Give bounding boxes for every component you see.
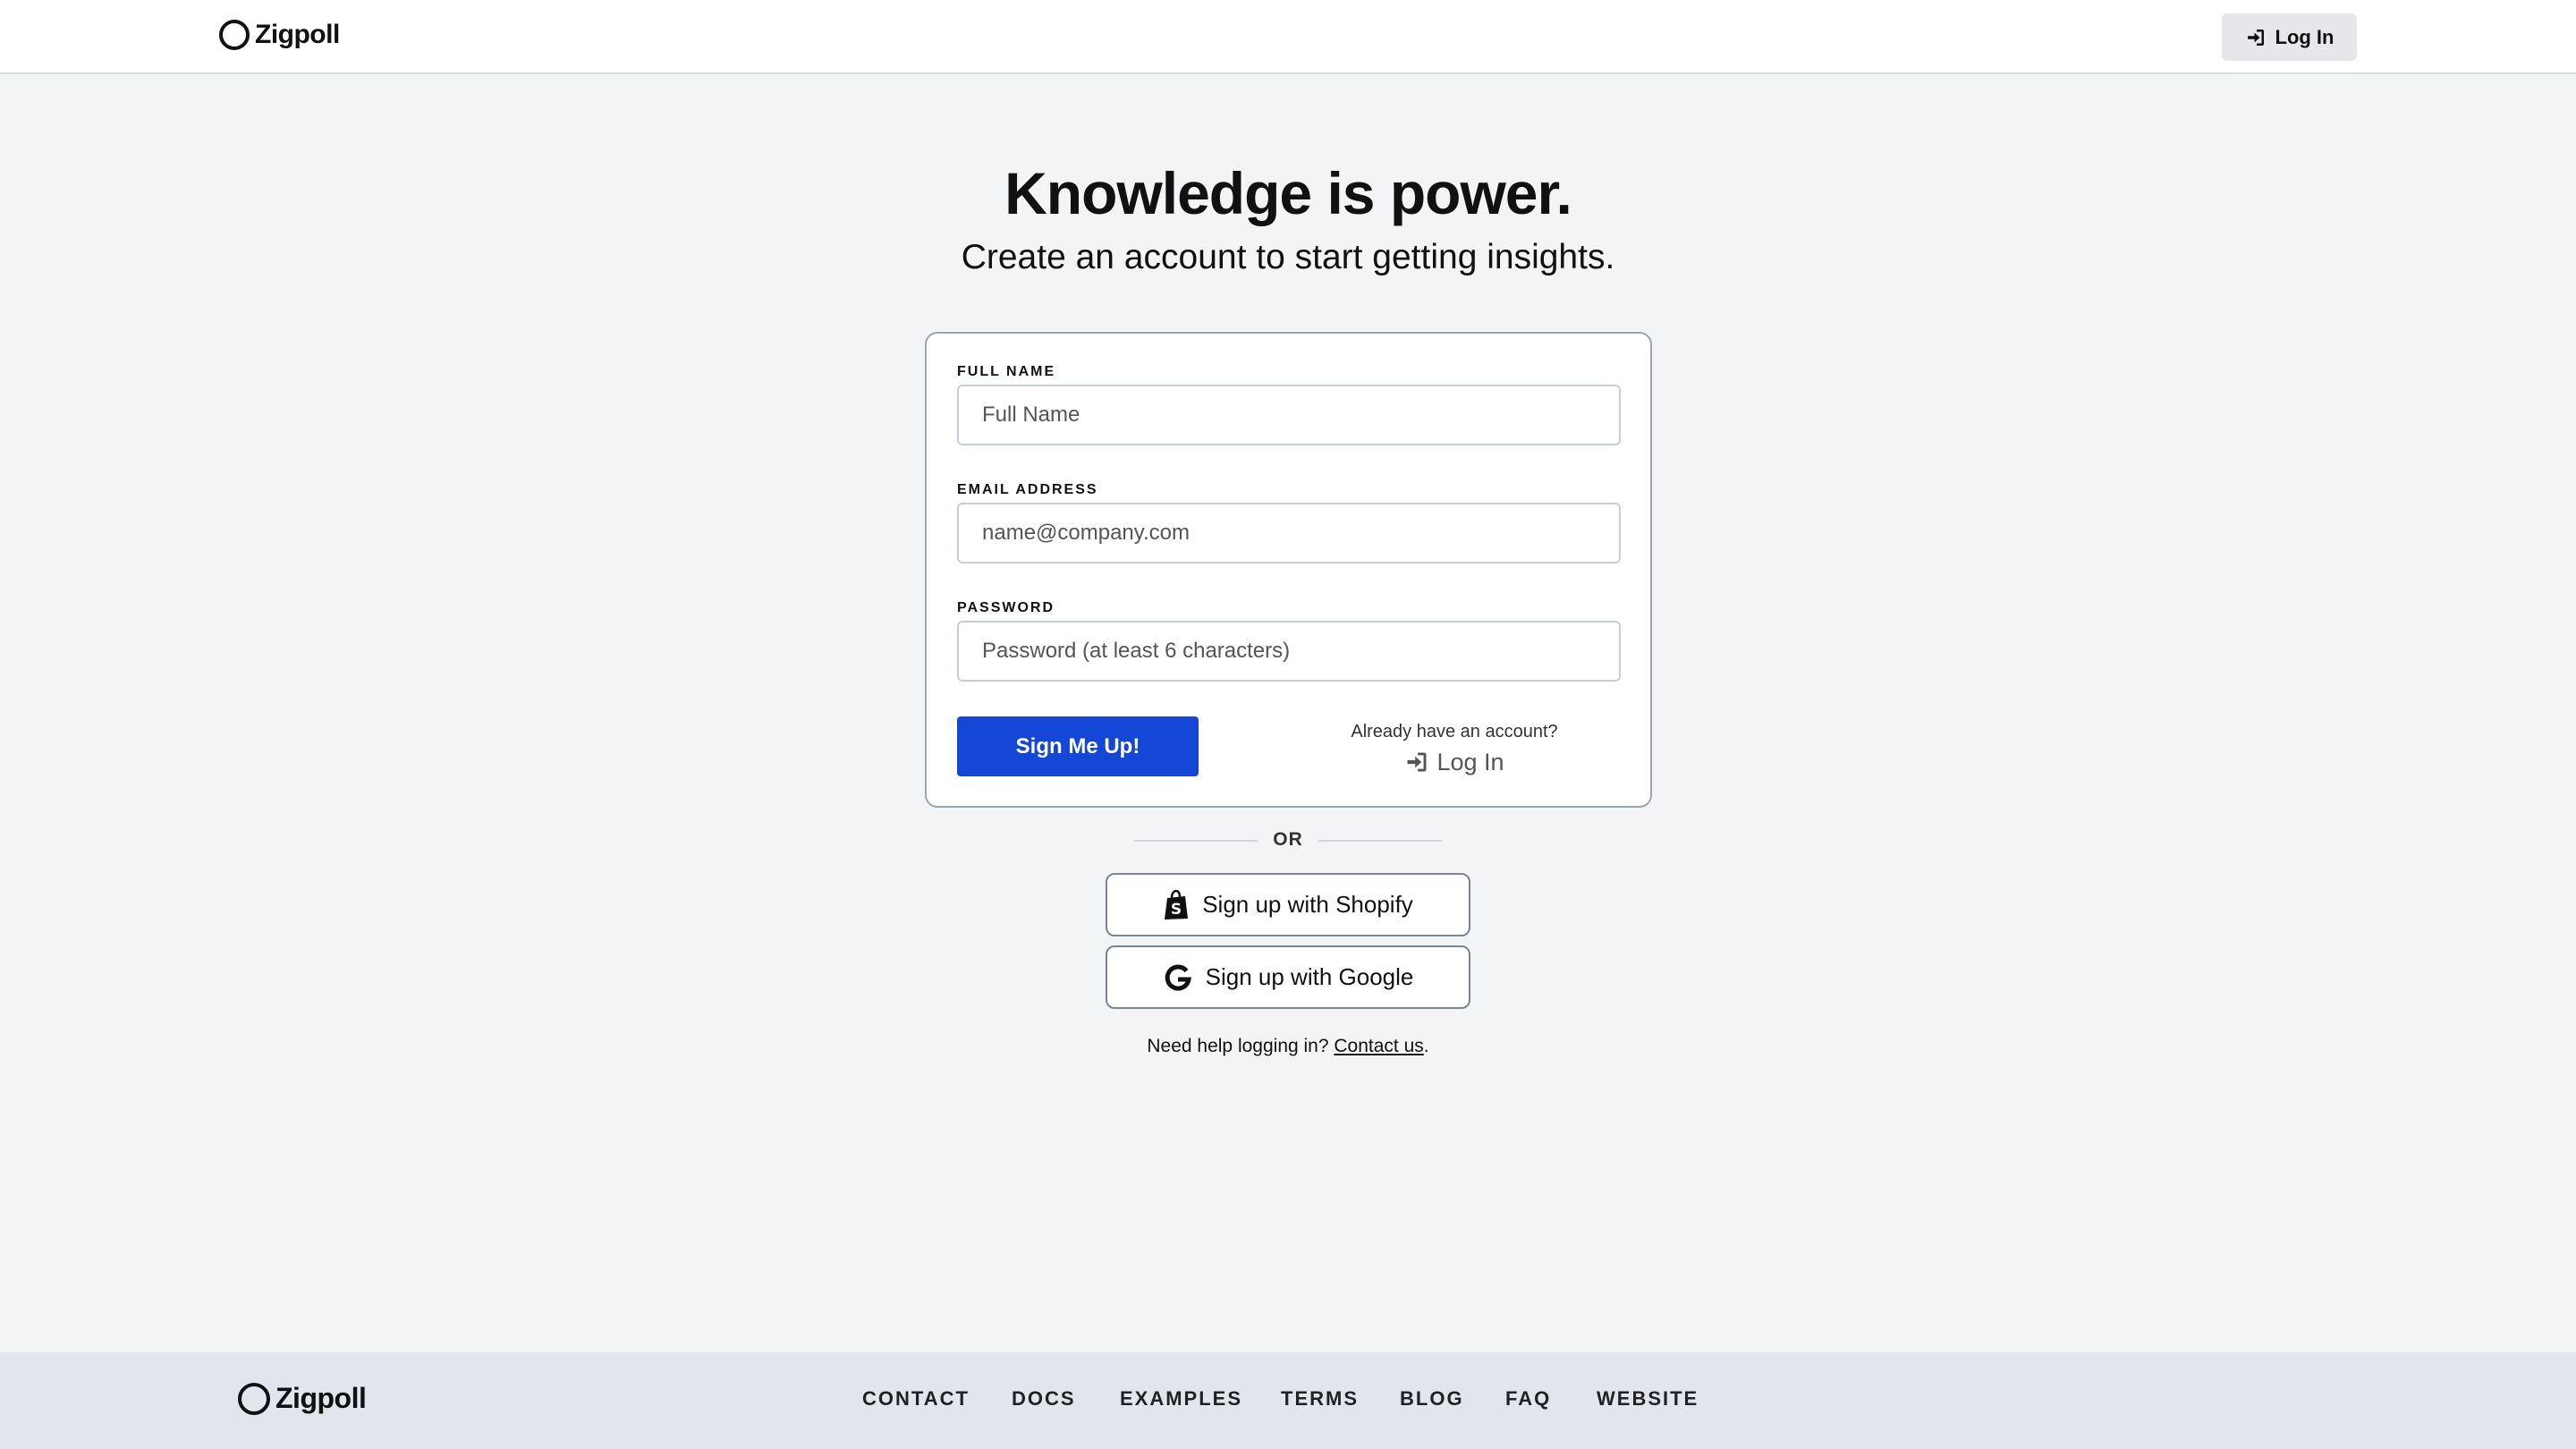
- footer-link-terms[interactable]: TERMS: [1281, 1387, 1359, 1411]
- footer-brand-logo[interactable]: Zigpoll: [238, 1382, 367, 1415]
- sign-in-icon: [2247, 29, 2264, 46]
- email-input[interactable]: [957, 503, 1621, 564]
- divider-line-right: [1318, 840, 1442, 842]
- shopify-signup-label: Sign up with Shopify: [1202, 891, 1413, 918]
- footer-brand-name: Zigpoll: [275, 1382, 367, 1414]
- google-signup-button[interactable]: Sign up with Google: [1106, 945, 1470, 1009]
- full-name-input[interactable]: [957, 385, 1621, 445]
- header-login-label: Log In: [2275, 25, 2334, 48]
- google-signup-label: Sign up with Google: [1205, 963, 1414, 990]
- contact-us-link[interactable]: Contact us: [1334, 1036, 1423, 1056]
- password-label: PASSWORD: [957, 600, 1055, 615]
- footer-link-contact[interactable]: CONTACT: [862, 1387, 970, 1411]
- divider-line-left: [1134, 840, 1258, 842]
- header-login-button[interactable]: Log In: [2222, 13, 2357, 61]
- logo-ring-icon: [219, 20, 250, 50]
- help-text: Need help logging in?: [1147, 1036, 1329, 1056]
- shopify-bag-icon: S: [1165, 889, 1189, 919]
- password-input[interactable]: [957, 621, 1621, 682]
- signup-form: FULL NAME EMAIL ADDRESS PASSWORD Sign Me…: [925, 332, 1652, 808]
- email-label: EMAIL ADDRESS: [957, 482, 1098, 497]
- page-subtitle: Create an account to start getting insig…: [961, 238, 1615, 276]
- help-suffix: .: [1423, 1036, 1429, 1056]
- page-footer: Zigpoll CONTACT DOCS EXAMPLES TERMS BLOG…: [0, 1352, 2576, 1449]
- brand-logo[interactable]: Zigpoll: [219, 20, 340, 50]
- full-name-label: FULL NAME: [957, 364, 1056, 379]
- sign-in-icon: [1407, 752, 1427, 772]
- or-divider-text: OR: [1273, 829, 1303, 850]
- card-login-link[interactable]: Log In: [1388, 746, 1521, 778]
- page-title: Knowledge is power.: [1004, 160, 1572, 226]
- footer-link-examples[interactable]: EXAMPLES: [1120, 1387, 1242, 1411]
- footer-link-blog[interactable]: BLOG: [1400, 1387, 1464, 1411]
- svg-text:S: S: [1171, 901, 1182, 919]
- brand-name: Zigpoll: [255, 20, 340, 49]
- shopify-signup-button[interactable]: S Sign up with Shopify: [1106, 873, 1470, 936]
- logo-ring-icon: [238, 1382, 270, 1415]
- card-login-label: Log In: [1436, 748, 1504, 775]
- footer-link-faq[interactable]: FAQ: [1505, 1387, 1551, 1411]
- top-header: Zigpoll Log In: [0, 0, 2576, 74]
- help-line: Need help logging in? Contact us.: [0, 1036, 2576, 1057]
- footer-link-docs[interactable]: DOCS: [1012, 1387, 1076, 1411]
- sign-up-button[interactable]: Sign Me Up!: [957, 716, 1199, 776]
- already-account-text: Already have an account?: [1351, 722, 1558, 741]
- google-g-icon: [1165, 964, 1191, 991]
- footer-link-website[interactable]: WEBSITE: [1597, 1387, 1699, 1411]
